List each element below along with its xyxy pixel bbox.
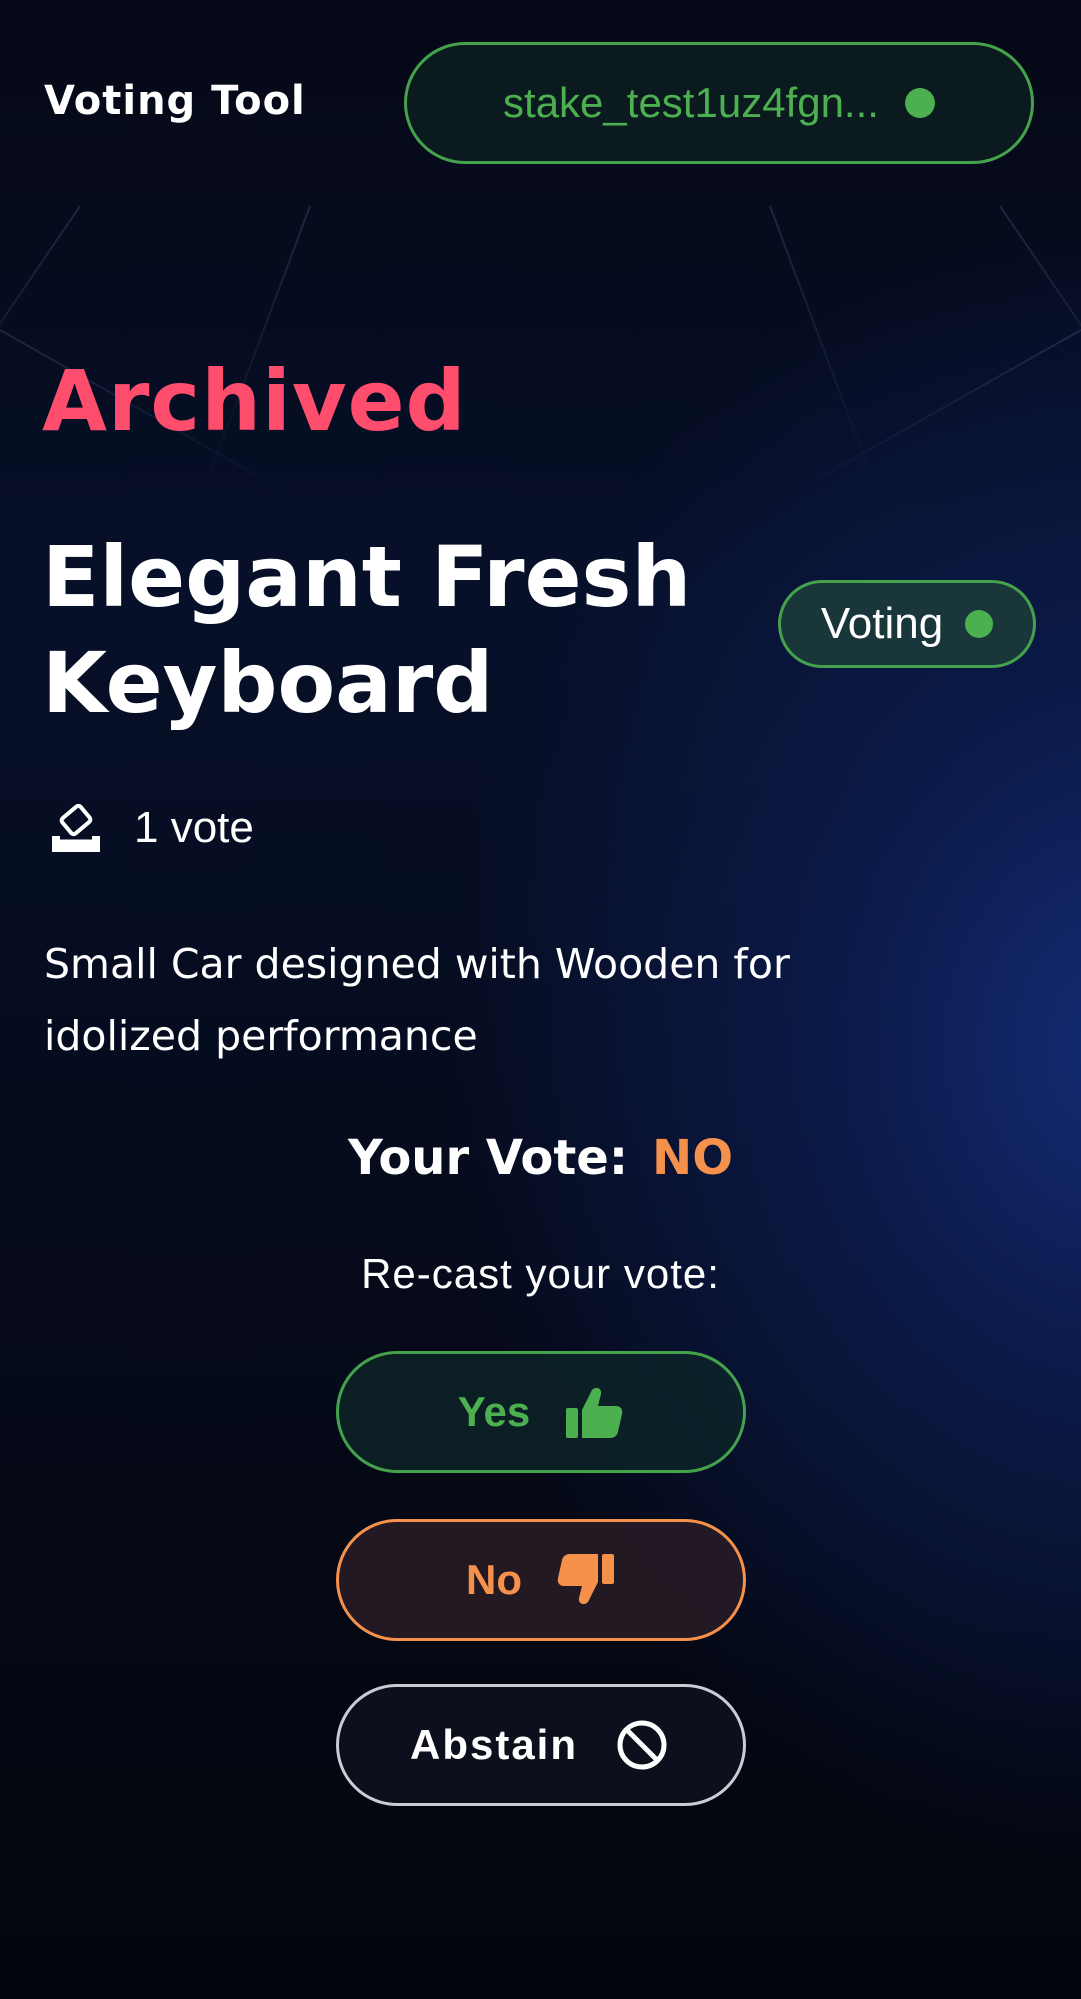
vote-no-button[interactable]: No — [336, 1519, 746, 1641]
vote-yes-label: Yes — [457, 1388, 531, 1435]
wallet-connected-indicator — [904, 88, 935, 118]
vote-yes-button[interactable]: Yes — [336, 1351, 746, 1473]
proposal-title: Elegant Fresh Keyboard — [42, 528, 692, 732]
voting-phase-badge: Voting — [778, 580, 1036, 668]
your-vote-label: Your Vote: — [347, 1130, 629, 1186]
wallet-connect-button[interactable]: stake_test1uz4fgn... — [404, 42, 1034, 164]
vote-no-label: No — [466, 1556, 522, 1603]
voting-phase-indicator — [965, 610, 994, 638]
vote-abstain-label: Abstain — [409, 1721, 578, 1768]
recast-label: Re-cast your vote: — [361, 1250, 720, 1297]
wallet-address: stake_test1uz4fgn... — [503, 79, 879, 126]
background-grid — [0, 205, 1081, 500]
your-vote-value: NO — [652, 1130, 734, 1186]
top-bar: Voting Tool stake_test1uz4fgn... — [0, 0, 1081, 210]
ballot-box-icon — [52, 803, 100, 852]
voting-phase-label: Voting — [820, 599, 944, 648]
vote-count-row: 1 vote — [48, 798, 254, 858]
proposal-description: Small Car designed with Wooden for idoli… — [44, 940, 790, 1060]
thumbs-down-icon — [557, 1554, 614, 1605]
vote-count: 1 vote — [134, 803, 254, 852]
app-title: Voting Tool — [44, 78, 306, 124]
proposal-status-heading: Archived — [42, 352, 467, 450]
ban-icon — [617, 1720, 667, 1770]
your-vote: Your Vote: NO — [0, 1130, 1081, 1186]
thumbs-up-icon — [566, 1387, 623, 1438]
vote-abstain-button[interactable]: Abstain — [336, 1684, 746, 1806]
